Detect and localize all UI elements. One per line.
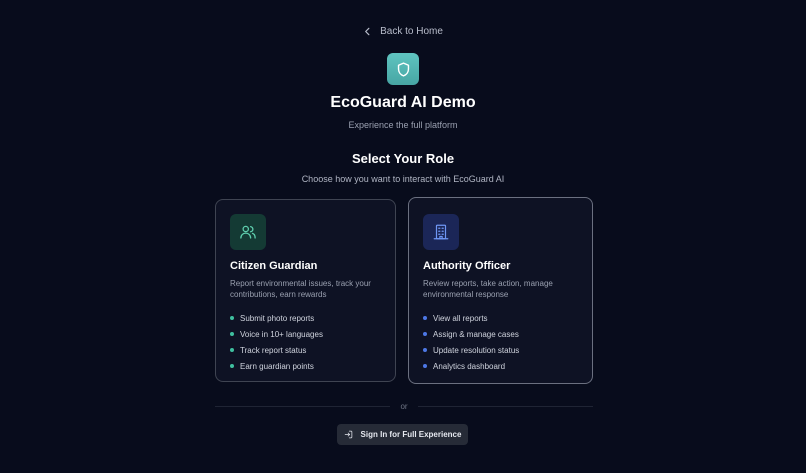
back-to-home-link[interactable]: Back to Home (0, 26, 806, 37)
page-subtitle: Experience the full platform (348, 120, 458, 130)
shield-icon (397, 61, 409, 77)
citizen-icon-badge (230, 214, 266, 250)
divider-line (417, 405, 593, 407)
authority-icon-badge (423, 214, 459, 250)
bullet-dot (230, 348, 234, 352)
feature-label: Track report status (240, 345, 307, 355)
feature-item: Submit photo reports (230, 310, 381, 326)
feature-label: Earn guardian points (240, 361, 314, 371)
role-title: Citizen Guardian (230, 260, 318, 272)
section-title: Select Your Role (351, 151, 455, 166)
sign-in-icon (344, 430, 352, 439)
feature-item: View all reports (423, 310, 578, 326)
role-description: Review reports, take action, manage envi… (423, 279, 553, 299)
bullet-dot (230, 332, 234, 336)
role-title: Authority Officer (423, 260, 511, 272)
users-icon (240, 225, 256, 239)
back-to-home-label: Back to Home (380, 26, 443, 37)
feature-label: Assign & manage cases (433, 329, 519, 339)
role-feature-list: View all reports Assign & manage cases U… (423, 310, 578, 374)
bullet-dot (230, 364, 234, 368)
bullet-dot (423, 364, 427, 368)
section-subtitle: Choose how you want to interact with Eco… (301, 174, 505, 184)
feature-item: Earn guardian points (230, 358, 381, 374)
sign-in-label: Sign In for Full Experience (360, 430, 462, 439)
role-card-citizen[interactable]: Citizen Guardian Report environmental is… (215, 199, 396, 382)
demo-page: Back to Home EcoGuard AI Demo Experience… (0, 0, 806, 473)
bullet-dot (230, 316, 234, 320)
feature-item: Voice in 10+ languages (230, 326, 381, 342)
or-label: or (400, 401, 408, 411)
building-icon (433, 224, 449, 240)
feature-label: View all reports (433, 313, 488, 323)
or-divider: or (215, 400, 593, 412)
bullet-dot (423, 332, 427, 336)
role-card-authority[interactable]: Authority Officer Review reports, take a… (408, 197, 593, 384)
page-title: EcoGuard AI Demo (330, 94, 476, 111)
feature-item: Analytics dashboard (423, 358, 578, 374)
bullet-dot (423, 348, 427, 352)
chevron-left-icon (365, 27, 370, 36)
role-feature-list: Submit photo reports Voice in 10+ langua… (230, 310, 381, 374)
feature-item: Update resolution status (423, 342, 578, 358)
role-description: Report environmental issues, track your … (230, 279, 371, 299)
app-logo (387, 53, 419, 85)
bullet-dot (423, 316, 427, 320)
sign-in-button[interactable]: Sign In for Full Experience (337, 424, 468, 445)
divider-line (215, 405, 391, 407)
feature-label: Submit photo reports (240, 313, 315, 323)
feature-label: Voice in 10+ languages (240, 329, 323, 339)
feature-label: Update resolution status (433, 345, 520, 355)
feature-label: Analytics dashboard (433, 361, 506, 371)
feature-item: Assign & manage cases (423, 326, 578, 342)
feature-item: Track report status (230, 342, 381, 358)
